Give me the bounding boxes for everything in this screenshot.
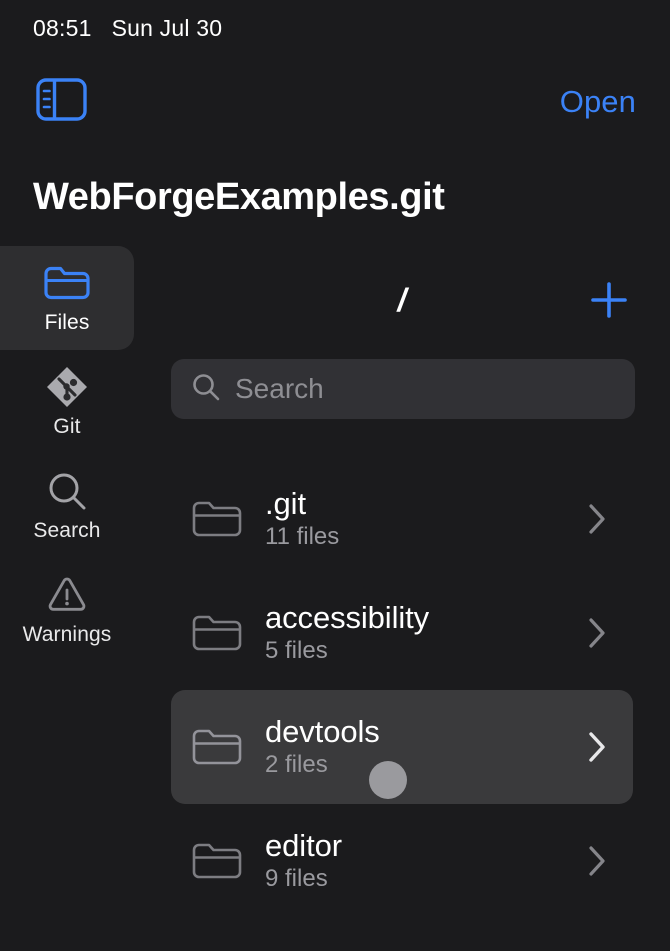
search-input[interactable]: Search xyxy=(235,373,324,405)
status-date: Sun Jul 30 xyxy=(111,14,223,41)
sidebar-item-files-label: Files xyxy=(44,310,90,334)
chevron-right-icon xyxy=(582,501,612,537)
magnifier-icon xyxy=(46,470,88,512)
folder-icon xyxy=(191,612,243,654)
sidebar-item-search[interactable]: Search xyxy=(0,454,134,558)
file-list: .git 11 files accessibility 5 files devt… xyxy=(134,462,670,918)
sidebar-item-warnings-label: Warnings xyxy=(22,622,112,646)
git-branch-icon xyxy=(45,366,89,408)
file-meta: 5 files xyxy=(265,637,328,665)
sidebar-item-warnings[interactable]: Warnings xyxy=(0,558,134,662)
sidebar-panel-icon xyxy=(35,77,88,127)
file-name: editor xyxy=(265,828,342,864)
sidebar-item-search-label: Search xyxy=(33,518,101,542)
content-area: / Search .git 11 files accessibility 5 f… xyxy=(134,246,670,951)
status-time: 08:51 xyxy=(33,14,92,41)
file-meta: 11 files xyxy=(265,523,340,551)
file-name: .git xyxy=(265,486,306,522)
file-name: accessibility xyxy=(265,600,430,636)
sidebar-item-git-label: Git xyxy=(53,414,81,438)
app-screen: 08:51 Sun Jul 30 Open WebForgeExamples.g… xyxy=(0,0,670,951)
status-bar: 08:51 Sun Jul 30 xyxy=(0,0,670,56)
search-icon xyxy=(191,372,221,407)
table-row[interactable]: accessibility 5 files xyxy=(171,576,633,690)
path-bar: / xyxy=(134,246,670,358)
folder-icon xyxy=(191,726,243,768)
search-field[interactable]: Search xyxy=(171,359,635,419)
sidebar-item-git[interactable]: Git xyxy=(0,350,134,454)
chevron-right-icon xyxy=(582,843,612,879)
table-row[interactable]: devtools 2 files xyxy=(171,690,633,804)
plus-icon xyxy=(588,279,630,326)
folder-icon xyxy=(43,262,91,304)
chevron-right-icon xyxy=(582,615,612,651)
add-button[interactable] xyxy=(586,279,632,325)
file-name: devtools xyxy=(265,714,380,750)
folder-icon xyxy=(191,498,243,540)
folder-icon xyxy=(191,840,243,882)
nav-bar: Open xyxy=(0,56,670,148)
file-meta: 9 files xyxy=(265,865,328,893)
chevron-right-icon xyxy=(582,729,612,765)
left-rail: Files Git Search Warnings xyxy=(0,246,134,666)
warning-triangle-icon xyxy=(46,574,88,616)
sidebar-item-files[interactable]: Files xyxy=(0,246,134,350)
page-title: WebForgeExamples.git xyxy=(33,176,445,218)
table-row[interactable]: editor 9 files xyxy=(171,804,633,918)
file-meta: 2 files xyxy=(265,751,328,779)
sidebar-toggle-button[interactable] xyxy=(35,77,88,127)
open-button[interactable]: Open xyxy=(560,84,636,120)
table-row[interactable]: .git 11 files xyxy=(171,462,633,576)
